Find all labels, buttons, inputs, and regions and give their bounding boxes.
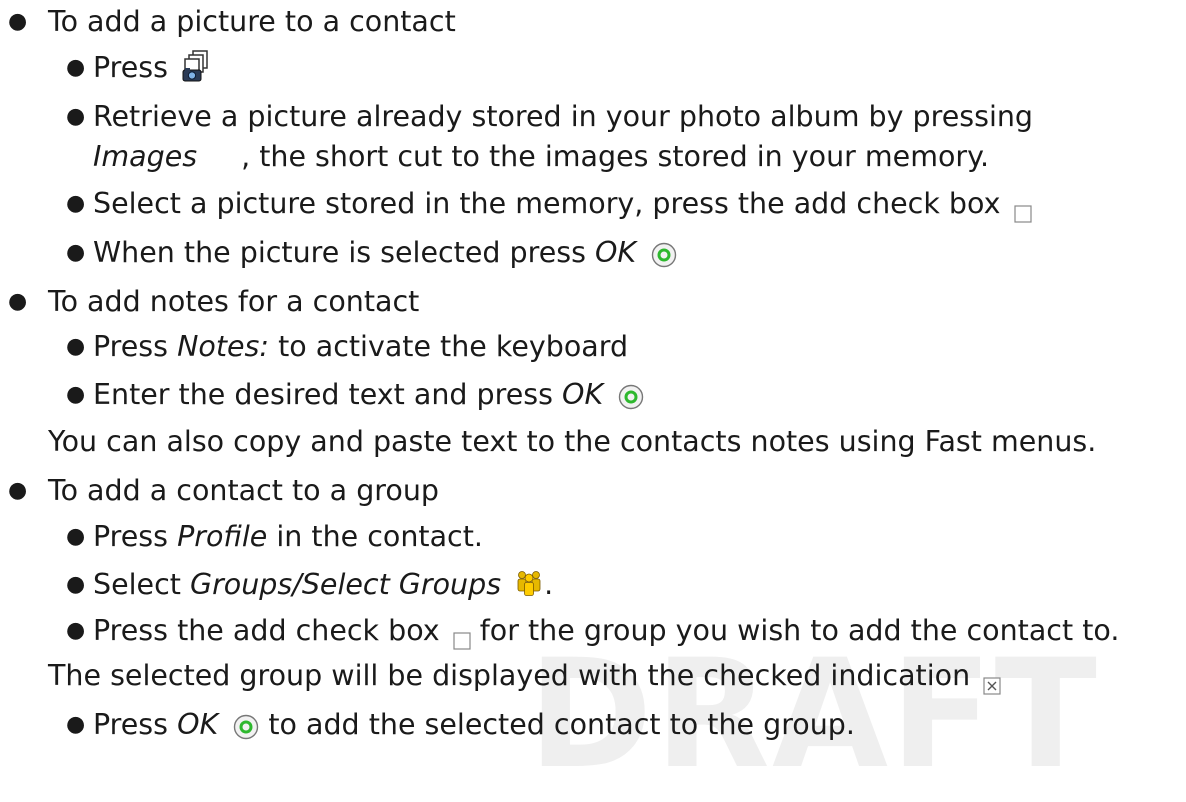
text-press: Press (93, 708, 169, 741)
bullet-dot: ● (66, 572, 86, 597)
subbullet-press-ok-group: ● Press OK to add the selected contact t… (66, 705, 855, 745)
subbullet-select-groups: ● Select Groups/Select Groups . (66, 565, 554, 605)
bullet-dot: ● (66, 104, 86, 129)
text-activate-keyboard: to activate the keyboard (278, 330, 629, 363)
bullet-add-group: ● To add a contact to a group (8, 471, 439, 511)
ok-button-icon (233, 711, 259, 740)
notes-label: Notes: (177, 330, 269, 363)
selected-group-note: The selected group will be displayed wit… (48, 656, 1001, 696)
checkbox-empty-icon (453, 621, 471, 650)
ok-button-icon (618, 381, 644, 410)
bullet-add-notes: ● To add notes for a contact (8, 282, 420, 322)
text-when-selected: When the picture is selected press (93, 236, 586, 269)
subbullet-press-profile: ● Press Profile in the contact. (66, 517, 483, 557)
bullet-dot: ● (66, 712, 86, 737)
text-add-group: To add a contact to a group (48, 474, 439, 507)
images-label: Images (93, 140, 198, 173)
subbullet-press-camera: ● Press (66, 48, 211, 88)
text-press: Press (93, 520, 169, 553)
text-add-notes: To add notes for a contact (48, 285, 420, 318)
subbullet-retrieve-picture: ● Retrieve a picture already stored in y… (66, 97, 1034, 137)
text-period: . (544, 568, 554, 601)
checkbox-checked-icon (983, 666, 1001, 695)
bullet-dot: ● (66, 382, 86, 407)
subbullet-select-picture: ● Select a picture stored in the memory,… (66, 184, 1032, 224)
bullet-dot: ● (8, 9, 28, 34)
bullet-dot: ● (66, 240, 86, 265)
checkbox-empty-icon (1013, 194, 1032, 223)
bullet-dot: ● (8, 289, 28, 314)
text-selected-group: The selected group will be displayed wit… (48, 659, 971, 692)
groups-label: Groups/Select Groups (189, 568, 502, 601)
profile-label: Profile (177, 520, 268, 553)
bullet-dot: ● (8, 478, 28, 503)
subbullet-press-check: ● Press the add check box for the group … (66, 611, 1120, 651)
group-people-icon (514, 567, 544, 597)
ok-button-icon (651, 239, 677, 268)
text-for-group: for the group you wish to add the contac… (479, 614, 1120, 647)
text-retrieve-2: , the short cut to the images stored in … (241, 140, 989, 173)
text-to-add-selected: to add the selected contact to the group… (268, 708, 855, 741)
bullet-dot: ● (66, 191, 86, 216)
text-press-check: Press the add check box (93, 614, 440, 647)
text-enter-text: Enter the desired text and press (93, 378, 553, 411)
ok-label: OK (595, 236, 637, 269)
subbullet-press-notes: ● Press Notes: to activate the keyboard (66, 327, 629, 367)
ok-label: OK (562, 378, 604, 411)
retrieve-continued: Images , the short cut to the images stor… (93, 137, 989, 177)
text-retrieve-1: Retrieve a picture already stored in you… (93, 100, 1034, 133)
text-copy-paste: You can also copy and paste text to the … (48, 425, 1097, 458)
subbullet-enter-text: ● Enter the desired text and press OK (66, 375, 644, 415)
subbullet-when-selected: ● When the picture is selected press OK (66, 233, 677, 273)
camera-icon (181, 49, 211, 83)
text-select-picture: Select a picture stored in the memory, p… (93, 187, 1001, 220)
text-select: Select (93, 568, 181, 601)
bullet-dot: ● (66, 618, 86, 643)
bullet-dot: ● (66, 55, 86, 80)
bullet-dot: ● (66, 524, 86, 549)
bullet-add-picture: ● To add a picture to a contact (8, 2, 456, 42)
bullet-dot: ● (66, 334, 86, 359)
ok-label: OK (177, 708, 219, 741)
copy-paste-note: You can also copy and paste text to the … (48, 422, 1096, 462)
text-press-notes: Press (93, 330, 169, 363)
text-in-contact: in the contact. (276, 520, 483, 553)
text-press: Press (93, 51, 169, 84)
text-add-picture: To add a picture to a contact (48, 5, 456, 38)
